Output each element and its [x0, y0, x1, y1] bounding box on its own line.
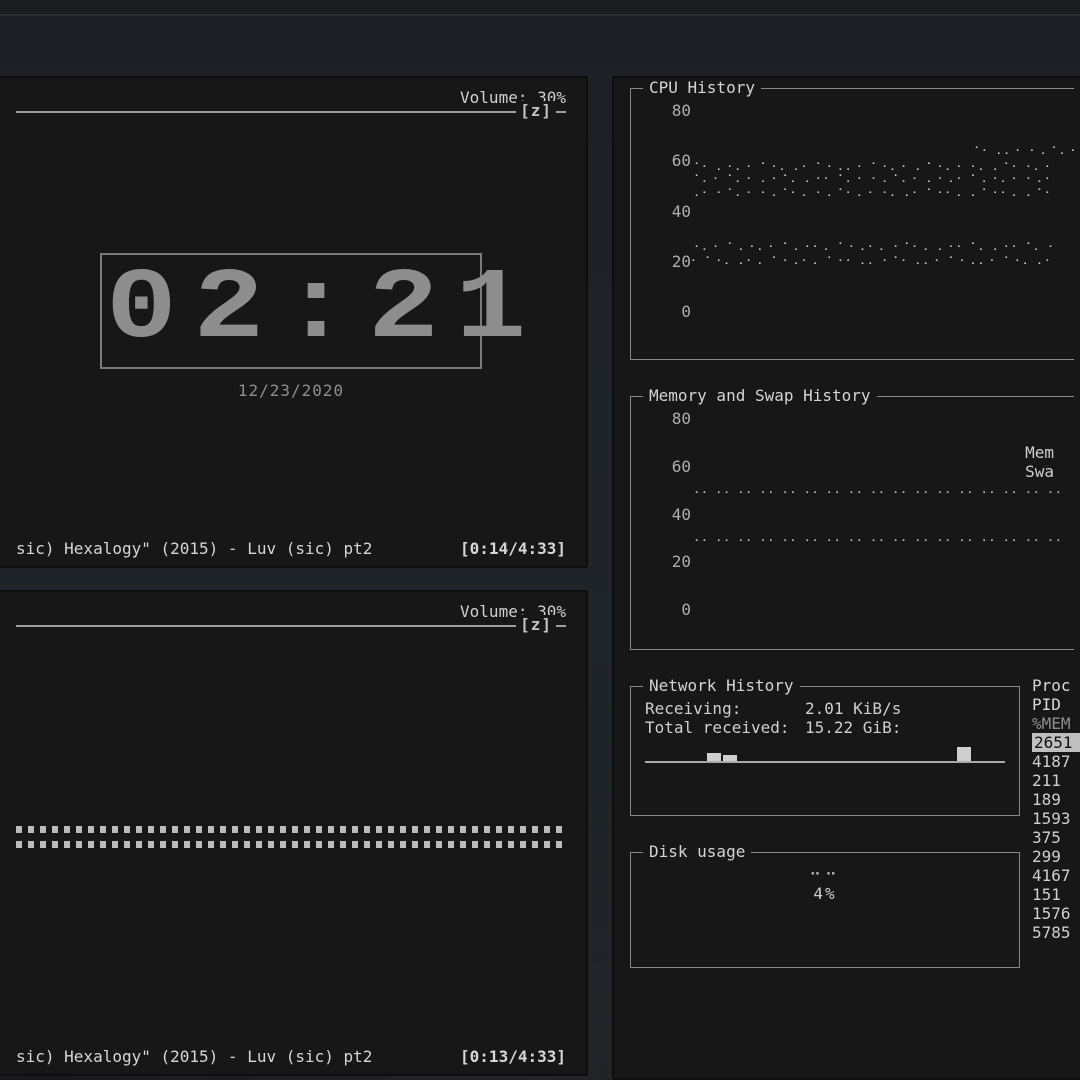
proc-row[interactable]: 299 — [1032, 847, 1080, 866]
cpu-y-axis: 80 60 40 20 0 — [645, 101, 691, 321]
proc-row[interactable]: 5785 — [1032, 923, 1080, 942]
proc-row[interactable]: 375 — [1032, 828, 1080, 847]
proc-row[interactable]: 151 — [1032, 885, 1080, 904]
proc-col-pid: PID — [1032, 695, 1080, 714]
track-position-2: [0:13/4:33] — [460, 1047, 566, 1066]
volume-rule: [z] — [16, 111, 566, 113]
process-list[interactable]: Proc PID %MEM 2651 4187 211 189 1593 375… — [1032, 676, 1080, 942]
volume-rule-2: [z] — [16, 625, 566, 627]
net-bars — [645, 743, 1005, 763]
clock-time: 02:21 — [106, 261, 543, 361]
mem-plot: ⠐⠂⠐⠂⠐⠂⠐⠂⠐⠂⠐⠂⠐⠂⠐⠂⠐⠂⠐⠂⠐⠂⠐⠂⠐⠂⠐⠂⠐⠂⠐⠂⠐⠂⠐⠂⠐⠂⠐⠂… — [691, 409, 1060, 619]
proc-row[interactable]: 211 — [1032, 771, 1080, 790]
net-receiving-value: 2.01 KiB/s — [805, 699, 901, 718]
cpu-plot: ⠈⠄⠂⠈⠄⠂⠠⠐⠈⠄⠠⠐⠂⠈⠄⠂⠐⠠⠈⠄⠂⠠⠐⠠⠂⠈⠠⠐⠄⠂⠐⠠⠂⠈⠄⠂⠠⠐⠂⠄… — [691, 101, 1060, 321]
network-history-title: Network History — [643, 676, 800, 695]
proc-title: Proc — [1032, 676, 1080, 695]
disk-usage-percent: 4% — [645, 884, 1005, 903]
cpu-history-title: CPU History — [643, 78, 761, 97]
disk-braille-icon: ⠒⠒ — [645, 865, 1005, 884]
proc-row[interactable]: 2651 — [1032, 733, 1080, 752]
proc-row[interactable]: 1576 — [1032, 904, 1080, 923]
vol-hotkey-2: [z] — [516, 615, 556, 634]
volume-readout-2: Volume: 30% — [16, 602, 566, 621]
visualizer-bars — [16, 627, 566, 1047]
proc-row[interactable]: 189 — [1032, 790, 1080, 809]
clock-date: 12/23/2020 — [238, 381, 344, 400]
proc-col-mem: %MEM — [1032, 714, 1080, 733]
proc-row[interactable]: 4187 — [1032, 752, 1080, 771]
cpu-history-panel: CPU History 80 60 40 20 0 ⠈⠄⠂⠈⠄⠂⠠⠐⠈⠄⠠⠐⠂⠈… — [630, 88, 1074, 360]
proc-row[interactable]: 1593 — [1032, 809, 1080, 828]
now-playing-text-2: sic) Hexalogy" (2015) - Luv (sic) pt2 — [16, 1047, 372, 1066]
clock-area: 02:21 12/23/2020 — [16, 113, 566, 539]
memory-swap-title: Memory and Swap History — [643, 386, 877, 405]
net-receiving-label: Receiving: — [645, 699, 805, 718]
disk-usage-panel: Disk usage ⠒⠒ 4% — [630, 852, 1020, 968]
network-history-panel: Network History Receiving: 2.01 KiB/s To… — [630, 686, 1020, 816]
music-clock-window[interactable]: Volume: 30% [z] 02:21 12/23/2020 sic) He… — [0, 76, 588, 568]
disk-usage-title: Disk usage — [643, 842, 751, 861]
volume-readout: Volume: 30% — [16, 88, 566, 107]
track-position: [0:14/4:33] — [460, 539, 566, 558]
music-visualizer-window[interactable]: Volume: 30% [z] sic) Hexalogy" (2015) - … — [0, 590, 588, 1076]
desktop-top-bar — [0, 0, 1080, 16]
mem-y-axis: 80 60 40 20 0 — [645, 409, 691, 619]
proc-row[interactable]: 4167 — [1032, 866, 1080, 885]
net-total-received-label: Total received: — [645, 718, 805, 737]
now-playing-text: sic) Hexalogy" (2015) - Luv (sic) pt2 — [16, 539, 372, 558]
clock-box: 02:21 — [100, 253, 482, 369]
memory-swap-panel: Memory and Swap History 80 60 40 20 0 ⠐⠂… — [630, 396, 1074, 650]
vol-hotkey: [z] — [516, 101, 556, 120]
mem-legend: Mem Swa — [1025, 443, 1054, 481]
net-total-received-value: 15.22 GiB: — [805, 718, 901, 737]
system-monitor-window[interactable]: CPU History 80 60 40 20 0 ⠈⠄⠂⠈⠄⠂⠠⠐⠈⠄⠠⠐⠂⠈… — [612, 76, 1080, 1080]
